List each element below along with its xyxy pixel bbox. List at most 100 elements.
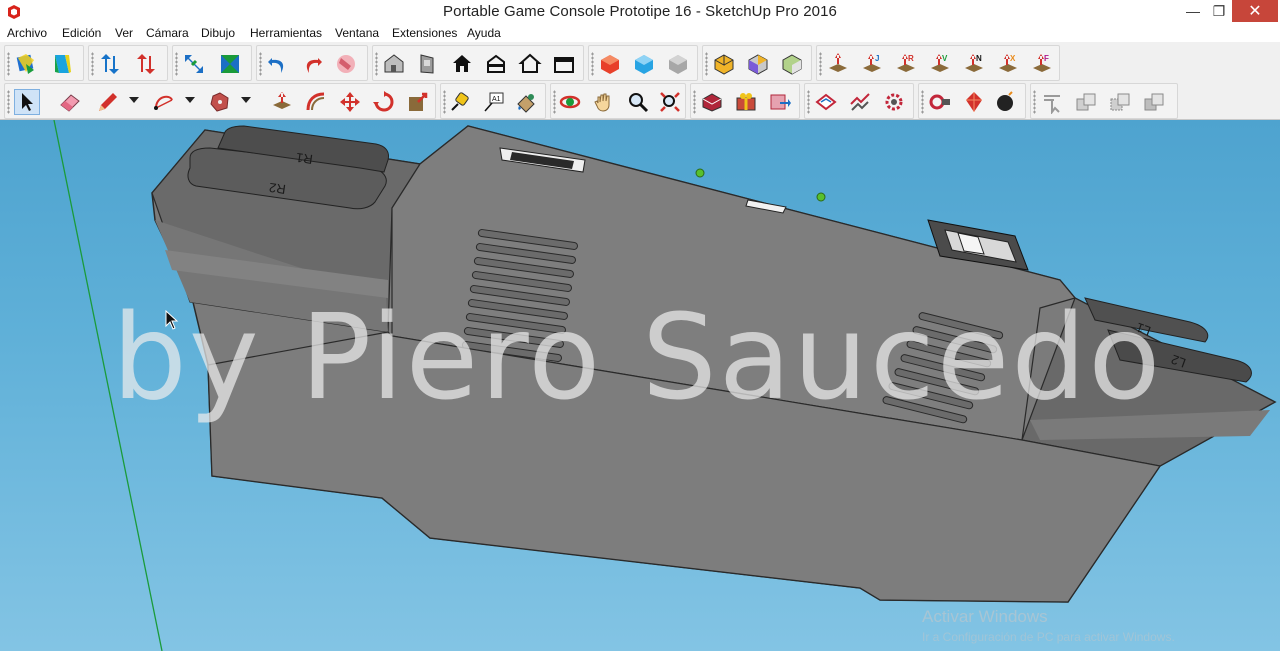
svg-text:F: F — [1044, 54, 1049, 63]
gear-cog-icon[interactable] — [881, 89, 907, 115]
title-bar: Portable Game Console Prototipe 16 - Ske… — [0, 0, 1280, 24]
arc-icon[interactable] — [151, 89, 177, 115]
svg-text:N: N — [976, 54, 982, 63]
arrow-v-icon[interactable]: V — [927, 51, 953, 77]
arrow-x-icon[interactable]: X — [995, 51, 1021, 77]
intersect-icon[interactable] — [1039, 89, 1065, 115]
menu-herramientas[interactable]: Herramientas — [250, 26, 322, 40]
shape-dropdown-icon[interactable] — [241, 97, 251, 103]
house-front-icon[interactable] — [517, 51, 543, 77]
toolbar-group-sandbox: J R V N X F — [816, 45, 1060, 81]
toolbar-grip[interactable] — [591, 52, 594, 76]
pencil-icon[interactable] — [95, 89, 121, 115]
share-model-icon[interactable] — [49, 51, 75, 77]
toolbar-group-terrain — [804, 83, 914, 119]
move-icon[interactable] — [337, 89, 363, 115]
toolbar-group-scale — [172, 45, 252, 81]
arrow-plane-icon[interactable] — [825, 51, 851, 77]
arrow-j-icon[interactable]: J — [859, 51, 885, 77]
box-icon[interactable] — [551, 51, 577, 77]
toolbar-grip[interactable] — [91, 52, 94, 76]
toolbar-grip[interactable] — [7, 90, 10, 114]
arrow-f-icon[interactable]: F — [1029, 51, 1055, 77]
tape-icon[interactable] — [447, 89, 473, 115]
stamp-icon[interactable] — [847, 89, 873, 115]
house-3d-icon[interactable] — [381, 51, 407, 77]
toolbar-grip[interactable] — [7, 52, 10, 76]
toolbar-grip[interactable] — [807, 90, 810, 114]
toolbar-row-1: J R V N X F — [0, 44, 1280, 82]
undo-icon[interactable] — [265, 51, 291, 77]
zoom-icon[interactable] — [625, 89, 651, 115]
get-models-icon[interactable] — [13, 51, 39, 77]
redo-icon[interactable] — [299, 51, 325, 77]
toolbar-grip[interactable] — [1033, 90, 1036, 114]
red-arrows-icon[interactable] — [133, 51, 159, 77]
maximize-button[interactable]: ❐ — [1202, 0, 1236, 22]
toolbar-grip[interactable] — [175, 52, 178, 76]
toolbar-grip[interactable] — [259, 52, 262, 76]
solid-tools-icon[interactable] — [927, 89, 953, 115]
scale-icon[interactable] — [405, 89, 431, 115]
blue-cube-icon[interactable] — [631, 51, 657, 77]
pushpull-icon[interactable] — [269, 89, 295, 115]
subtract-icon[interactable] — [1107, 89, 1133, 115]
toolbar-grip[interactable] — [705, 52, 708, 76]
rotate-icon[interactable] — [371, 89, 397, 115]
menu-ventana[interactable]: Ventana — [335, 26, 379, 40]
menu-camara[interactable]: Cámara — [146, 26, 189, 40]
sandbox-icon[interactable] — [813, 89, 839, 115]
select-icon[interactable] — [14, 89, 40, 115]
section-icon[interactable] — [217, 51, 243, 77]
house-side-icon[interactable] — [483, 51, 509, 77]
gray-cube-icon[interactable] — [665, 51, 691, 77]
model-viewport[interactable]: R1 R2 L1 L2 by Piero Saucedo Activar Window… — [0, 120, 1280, 651]
scale-arrows-icon[interactable] — [181, 51, 207, 77]
text-icon[interactable]: A1 — [481, 89, 507, 115]
trim-icon[interactable] — [1141, 89, 1167, 115]
menu-ver[interactable]: Ver — [115, 26, 133, 40]
pan-icon[interactable] — [591, 89, 617, 115]
menu-edicion[interactable]: Edición — [62, 26, 101, 40]
paint-icon[interactable] — [513, 89, 539, 115]
eraser-pink-icon[interactable] — [333, 51, 359, 77]
toolbar-group-outer — [1030, 83, 1178, 119]
menu-archivo[interactable]: Archivo — [7, 26, 47, 40]
zoom-extents-icon[interactable] — [657, 89, 683, 115]
menu-ayuda[interactable]: Ayuda — [467, 26, 501, 40]
toolbar-grip[interactable] — [553, 90, 556, 114]
arrow-r-icon[interactable]: R — [893, 51, 919, 77]
toolbar-area: J R V N X F A1 — [0, 42, 1280, 120]
green-cube-icon[interactable] — [779, 51, 805, 77]
yellow-cube-icon[interactable] — [711, 51, 737, 77]
menu-dibujo[interactable]: Dibujo — [201, 26, 235, 40]
red-cube-icon[interactable] — [597, 51, 623, 77]
arrow-n-icon[interactable]: N — [961, 51, 987, 77]
menu-extensiones[interactable]: Extensiones — [392, 26, 457, 40]
union-icon[interactable] — [1073, 89, 1099, 115]
polygon-icon[interactable] — [207, 89, 233, 115]
toolbar-group-camera — [550, 83, 686, 119]
component-red-icon[interactable] — [699, 89, 725, 115]
bomb-icon[interactable] — [993, 89, 1019, 115]
follow-me-icon[interactable] — [303, 89, 329, 115]
eraser-icon[interactable] — [57, 89, 83, 115]
close-button[interactable]: ✕ — [1232, 0, 1278, 22]
toolbar-group-styles — [588, 45, 698, 81]
door-icon[interactable] — [415, 51, 441, 77]
orbit-icon[interactable] — [557, 89, 583, 115]
toolbar-grip[interactable] — [921, 90, 924, 114]
component-export-icon[interactable] — [767, 89, 793, 115]
toolbar-grip[interactable] — [443, 90, 446, 114]
toolbar-grip[interactable] — [819, 52, 822, 76]
component-gift-icon[interactable] — [733, 89, 759, 115]
ruby-icon[interactable] — [961, 89, 987, 115]
arc-dropdown-icon[interactable] — [185, 97, 195, 103]
toolbar-group-views — [372, 45, 584, 81]
cut-cube-icon[interactable] — [745, 51, 771, 77]
toolbar-grip[interactable] — [375, 52, 378, 76]
house-outline-icon[interactable] — [449, 51, 475, 77]
pencil-dropdown-icon[interactable] — [129, 97, 139, 103]
move-up-down-icon[interactable] — [97, 51, 123, 77]
toolbar-grip[interactable] — [693, 90, 696, 114]
